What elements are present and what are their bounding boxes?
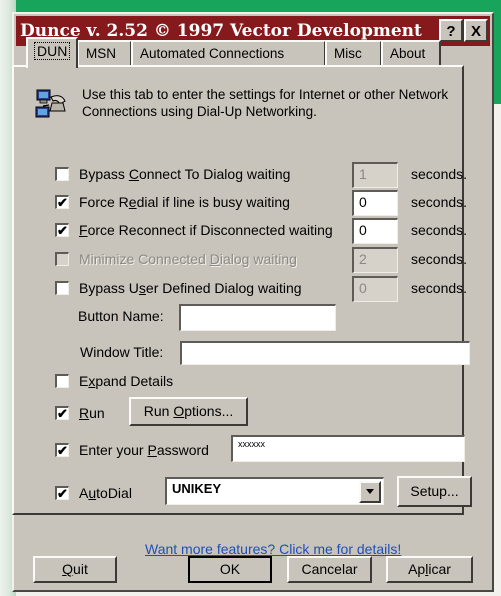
bypass-connect-seconds-label: seconds. [411,166,468,182]
chevron-down-icon[interactable] [359,481,381,503]
minimize-connected-checkbox[interactable] [55,252,69,266]
quit-button[interactable]: Quit [33,556,117,583]
tab-msn[interactable]: MSN [77,40,132,66]
minimize-connected-seconds-label: seconds. [411,251,468,267]
bypass-connect-seconds-input[interactable]: 1 [352,162,398,188]
option-run: ✔ Run [55,403,135,425]
force-redial-checkbox[interactable]: ✔ [55,195,69,209]
button-name-input[interactable] [179,304,336,331]
autodial-selected-value: UNIKEY [172,481,222,496]
password-checkbox[interactable]: ✔ [55,443,69,457]
option-force-reconnect: ✔ Force Reconnect if Disconnected waitin… [55,220,355,242]
run-label[interactable]: Run [79,403,105,423]
autodial-connection-select[interactable]: UNIKEY [165,477,384,505]
run-options-button[interactable]: Run Options... [129,397,248,426]
option-password: ✔ Enter your Password [55,440,235,462]
tab-dun[interactable]: DUN [26,37,78,68]
tab-automated-connections[interactable]: Automated Connections [131,40,326,66]
force-reconnect-seconds-input[interactable]: 0 [352,218,398,244]
force-reconnect-label[interactable]: Force Reconnect if Disconnected waiting [79,220,333,240]
bypass-user-defined-seconds-input[interactable]: 0 [352,276,398,302]
minimize-connected-seconds-input[interactable]: 2 [352,247,398,273]
more-features-link[interactable]: Want more features? Click me for details… [145,541,401,557]
option-bypass-user-defined: Bypass User Defined Dialog waiting [55,278,355,300]
info-description: Use this tab to enter the settings for I… [82,87,449,119]
setup-button[interactable]: Setup... [397,476,472,507]
expand-details-checkbox[interactable] [55,374,69,388]
option-force-redial: ✔ Force Redial if line is busy waiting [55,192,355,214]
option-minimize-connected: Minimize Connected Dialog waiting [55,249,355,271]
autodial-checkbox[interactable]: ✔ [55,486,69,500]
autodial-label[interactable]: AutoDial [79,483,132,503]
bypass-user-defined-label[interactable]: Bypass User Defined Dialog waiting [79,278,302,298]
bypass-user-defined-checkbox[interactable] [55,281,69,295]
apply-button[interactable]: Aplicar [386,556,473,583]
button-name-label: Button Name: [78,308,164,324]
minimize-connected-label: Minimize Connected Dialog waiting [79,251,297,267]
password-label[interactable]: Enter your Password [79,440,209,460]
close-button[interactable]: X [464,19,488,42]
expand-details-label[interactable]: Expand Details [79,371,173,391]
window-title-label: Window Title: [80,344,164,360]
force-redial-label[interactable]: Force Redial if line is busy waiting [79,192,290,212]
run-checkbox[interactable]: ✔ [55,406,69,420]
help-button[interactable]: ? [439,19,463,42]
option-autodial: ✔ AutoDial [55,483,175,505]
bypass-user-defined-seconds-label: seconds. [411,280,468,296]
tab-misc[interactable]: Misc [325,40,382,66]
cancel-button[interactable]: Cancelar [287,556,372,583]
password-input[interactable]: xxxxxx [231,435,465,462]
force-redial-seconds-input[interactable]: 0 [352,190,398,216]
force-reconnect-seconds-label: seconds. [411,222,468,238]
tab-about[interactable]: About [381,40,441,66]
force-reconnect-checkbox[interactable]: ✔ [55,223,69,237]
option-expand-details: Expand Details [55,371,255,393]
bypass-connect-label[interactable]: Bypass Connect To Dialog waiting [79,164,290,184]
window-title-input[interactable] [180,341,470,365]
ok-button[interactable]: OK [188,556,272,583]
dial-up-networking-icon [35,89,66,118]
bypass-connect-checkbox[interactable] [55,167,69,181]
force-redial-seconds-label: seconds. [411,194,468,210]
window-title: Dunce v. 2.52 © 1997 Vector Development [20,21,422,41]
